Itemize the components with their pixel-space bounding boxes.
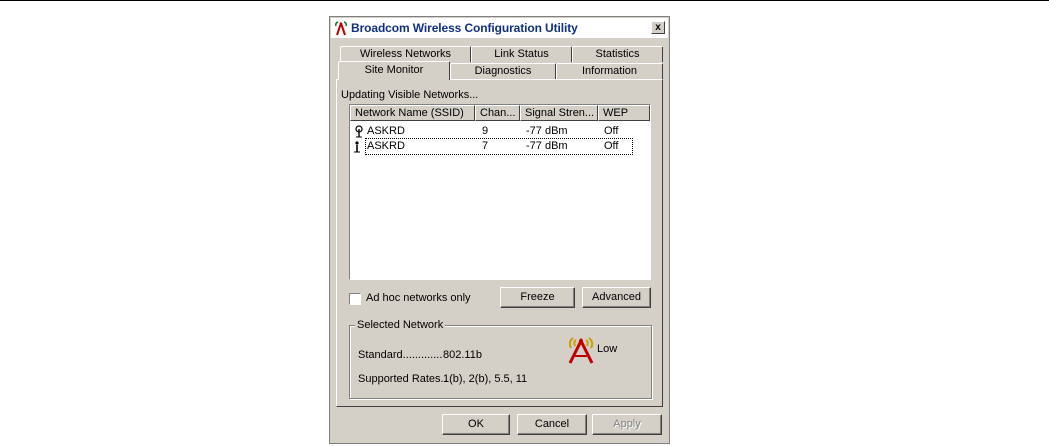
site-monitor-panel: Updating Visible Networks... Network Nam… <box>336 79 663 407</box>
column-header-wep[interactable]: WEP <box>598 105 650 121</box>
tab-site-monitor[interactable]: Site Monitor <box>338 61 450 80</box>
supported-rates-value: 1(b), 2(b), 5.5, 11 <box>443 373 528 385</box>
tab-statistics[interactable]: Statistics <box>572 46 663 62</box>
signal-cell: -77 dBm <box>526 140 568 152</box>
tab-label: Statistics <box>595 48 640 60</box>
window-title: Broadcom Wireless Configuration Utility <box>351 21 578 35</box>
column-header-signal[interactable]: Signal Stren... <box>520 105 598 121</box>
signal-strength-icon <box>568 337 594 364</box>
tab-diagnostics[interactable]: Diagnostics <box>450 63 556 79</box>
wep-cell: Off <box>604 140 619 152</box>
access-point-icon <box>355 125 363 138</box>
column-header-channel[interactable]: Chan... <box>475 105 520 121</box>
tab-label: Information <box>581 65 638 77</box>
standard-label: Standard............. <box>358 349 443 361</box>
adhoc-only-checkbox[interactable] <box>349 293 361 305</box>
close-button[interactable]: x <box>651 21 665 34</box>
list-header: Network Name (SSID) Chan... Signal Stren… <box>350 105 650 121</box>
cancel-button[interactable]: Cancel <box>517 414 587 435</box>
config-utility-window: Broadcom Wireless Configuration Utility … <box>329 16 670 444</box>
signal-level-text: Low <box>597 343 618 355</box>
title-bar[interactable]: Broadcom Wireless Configuration Utility … <box>331 18 668 39</box>
channel-cell: 7 <box>482 140 489 152</box>
tab-label: Link Status <box>494 48 549 60</box>
status-text: Updating Visible Networks... <box>341 89 479 101</box>
selected-network-label: Selected Network <box>355 319 446 331</box>
tab-label: Wireless Networks <box>359 48 452 60</box>
tab-label: Diagnostics <box>474 65 532 77</box>
ok-button-label: OK <box>468 418 484 430</box>
apply-button[interactable]: Apply <box>592 414 662 435</box>
advanced-button[interactable]: Advanced <box>582 287 651 308</box>
list-item[interactable]: ASKRD 7 -77 dBm Off <box>354 138 633 155</box>
ok-button[interactable]: OK <box>442 414 510 435</box>
column-header-ssid[interactable]: Network Name (SSID) <box>350 105 475 121</box>
supported-rates-label: Supported Rates.. <box>358 373 447 385</box>
selected-network-group: Selected Network Standard............. 8… <box>349 319 652 399</box>
ad-hoc-icon <box>354 141 360 153</box>
freeze-button-label: Freeze <box>520 291 555 303</box>
wep-cell: Off <box>604 125 619 137</box>
ssid-cell: ASKRD <box>367 140 405 152</box>
list-item[interactable]: ASKRD 9 -77 dBm Off <box>352 124 634 139</box>
tab-label: Site Monitor <box>364 64 424 76</box>
freeze-button[interactable]: Freeze <box>500 287 575 308</box>
adhoc-only-label[interactable]: Ad hoc networks only <box>366 292 471 304</box>
ssid-cell: ASKRD <box>367 125 405 137</box>
apply-button-label: Apply <box>613 418 641 430</box>
channel-cell: 9 <box>482 125 489 137</box>
page-top-rule <box>0 0 1049 1</box>
networks-list[interactable]: Network Name (SSID) Chan... Signal Stren… <box>349 104 651 280</box>
tab-wireless-networks[interactable]: Wireless Networks <box>340 46 471 62</box>
tab-information[interactable]: Information <box>556 63 663 79</box>
advanced-button-label: Advanced <box>592 291 641 303</box>
broadcom-app-icon <box>335 21 347 36</box>
tab-link-status[interactable]: Link Status <box>471 46 572 62</box>
standard-value: 802.11b <box>443 349 482 361</box>
cancel-button-label: Cancel <box>534 418 570 430</box>
signal-cell: -77 dBm <box>526 125 568 137</box>
